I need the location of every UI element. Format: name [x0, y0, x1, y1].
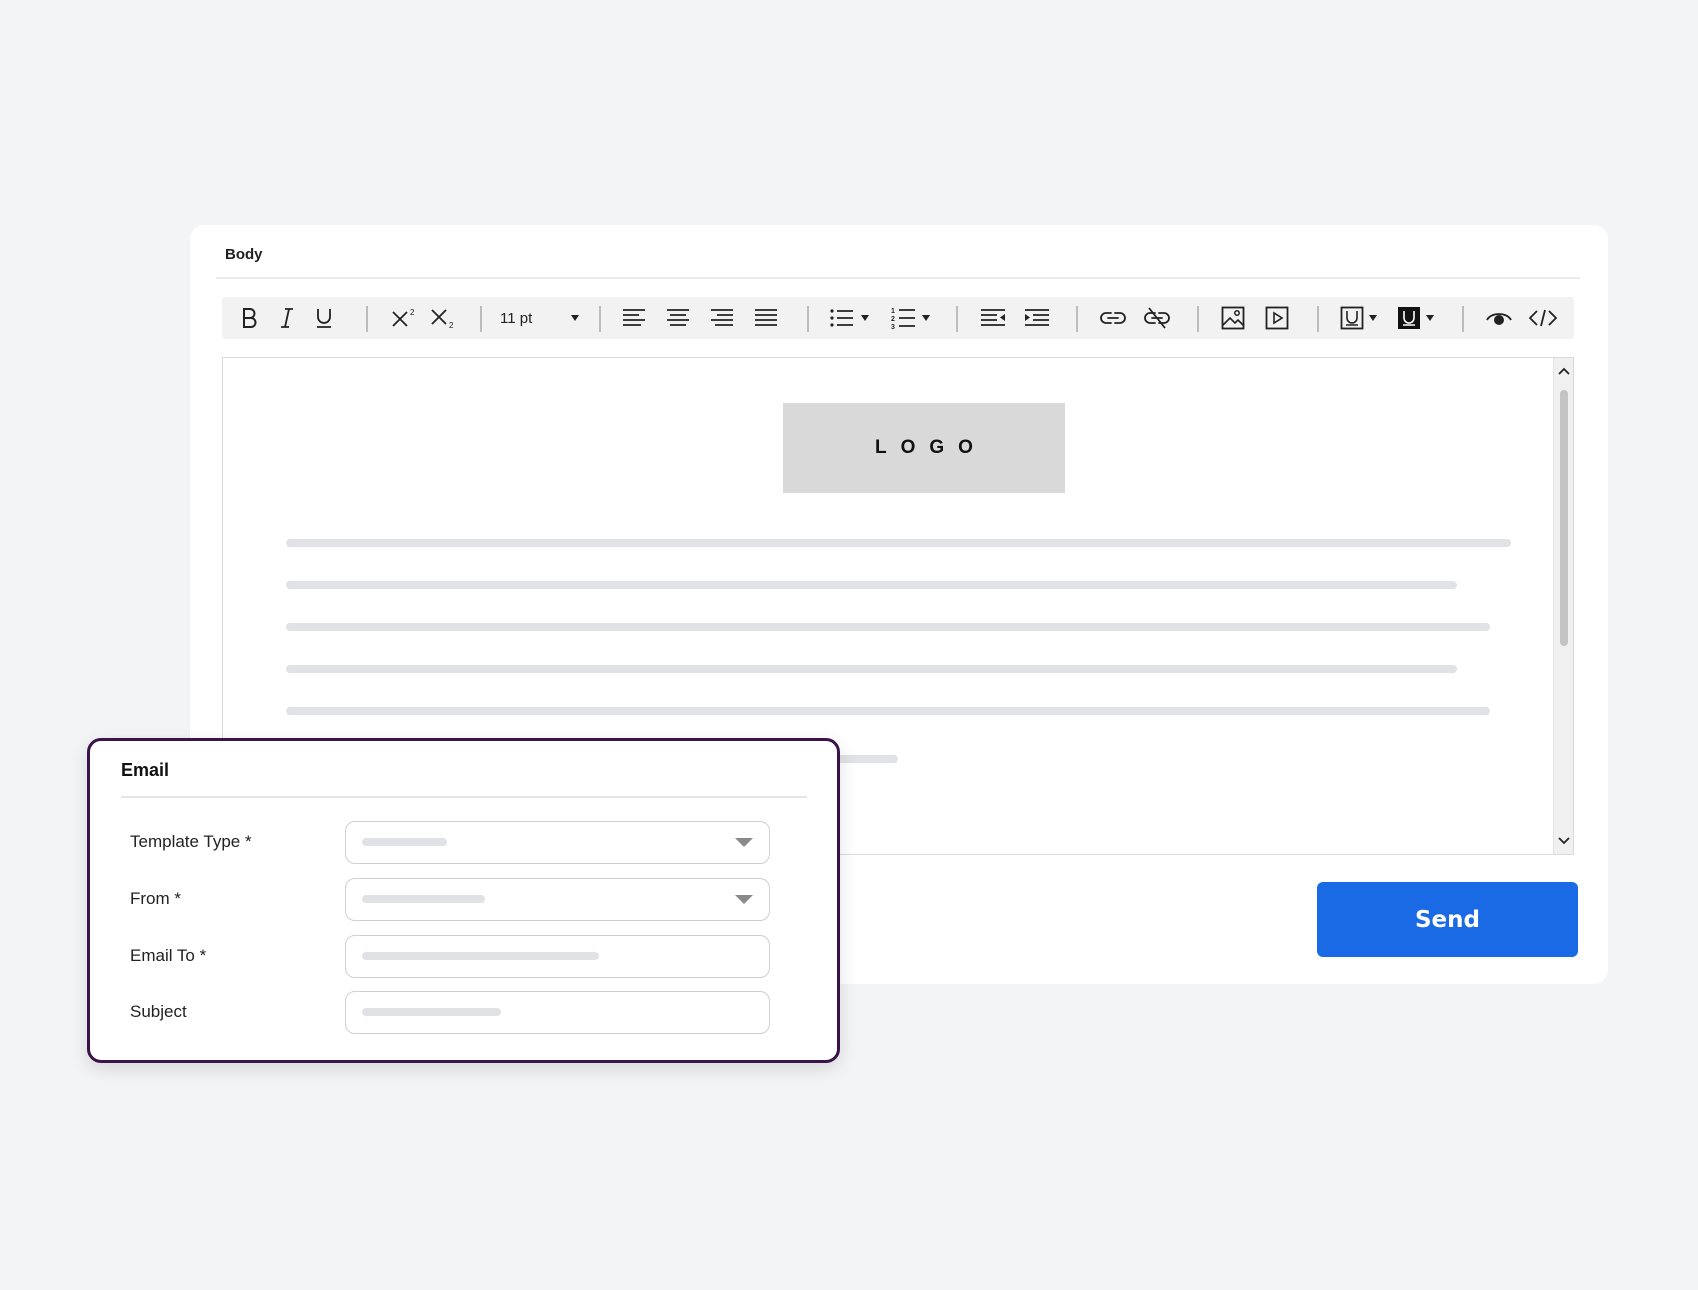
highlight-color-icon — [1398, 307, 1434, 329]
chevron-down-icon — [735, 895, 753, 904]
svg-text:3: 3 — [891, 324, 895, 330]
email-form-divider — [121, 796, 807, 798]
text-color-icon — [1340, 306, 1377, 330]
svg-text:2: 2 — [449, 321, 454, 330]
numbered-list-icon: 123 — [891, 308, 930, 330]
svg-text:1: 1 — [891, 308, 895, 315]
svg-text:2: 2 — [891, 316, 895, 323]
scrollbar-thumb[interactable] — [1560, 390, 1568, 646]
bullet-list-button[interactable] — [829, 297, 873, 339]
toolbar-separator — [599, 306, 601, 332]
content-text-line — [286, 665, 1457, 673]
field-placeholder — [362, 895, 485, 903]
text-color-button[interactable] — [1339, 297, 1381, 339]
email-form-title: Email — [121, 760, 170, 780]
bullet-list-icon — [830, 309, 869, 327]
svg-text:2: 2 — [410, 308, 415, 317]
superscript-icon: 2 — [392, 308, 415, 327]
font-size-dropdown[interactable]: 11 pt — [500, 297, 580, 339]
page-background: Body 2 2 11 pt 1 2 3 LOGO Send Email Tem… — [0, 0, 1698, 1290]
toolbar-separator — [366, 306, 368, 332]
link-icon — [1100, 312, 1126, 324]
chevron-up-icon — [1558, 367, 1570, 375]
email-to-label: Email To * — [130, 946, 207, 965]
scroll-down-button[interactable] — [1554, 832, 1574, 850]
body-divider — [216, 277, 1580, 279]
field-placeholder — [362, 1008, 501, 1016]
subject-input[interactable] — [345, 991, 770, 1034]
underline-icon — [317, 309, 331, 328]
template-type-select[interactable] — [345, 821, 770, 864]
italic-icon — [281, 308, 293, 328]
field-placeholder — [362, 952, 599, 960]
scroll-up-button[interactable] — [1554, 362, 1574, 380]
superscript-button[interactable]: 2 — [388, 297, 418, 339]
email-to-input[interactable] — [345, 935, 770, 978]
align-left-button[interactable] — [620, 297, 648, 339]
template-type-label: Template Type * — [130, 832, 252, 851]
font-size-value: 11 pt — [500, 309, 533, 327]
unlink-icon — [1144, 307, 1170, 329]
underline-button[interactable] — [311, 297, 337, 339]
field-placeholder — [362, 838, 447, 846]
indent-icon — [1025, 309, 1049, 326]
subscript-icon: 2 — [431, 309, 454, 330]
highlight-color-button[interactable] — [1396, 297, 1438, 339]
content-text-line — [286, 623, 1490, 631]
italic-button[interactable] — [274, 297, 300, 339]
send-button[interactable]: Send — [1317, 882, 1578, 957]
align-center-icon — [667, 309, 689, 326]
content-text-line — [286, 539, 1511, 547]
numbered-list-button[interactable]: 123 — [890, 297, 934, 339]
image-icon — [1221, 306, 1245, 330]
toolbar-separator — [1317, 306, 1319, 332]
bold-icon — [243, 308, 257, 328]
subscript-button[interactable]: 2 — [427, 297, 457, 339]
toolbar-separator — [807, 306, 809, 332]
video-icon — [1265, 306, 1289, 330]
email-form-card: Email Template Type * From * Email To * … — [87, 738, 840, 1063]
outdent-icon — [981, 309, 1005, 326]
toolbar-separator — [1197, 306, 1199, 332]
chevron-down-icon — [571, 315, 579, 321]
body-section-label: Body — [225, 246, 263, 263]
unlink-button[interactable] — [1142, 297, 1172, 339]
code-icon — [1529, 309, 1557, 327]
source-code-button[interactable] — [1528, 297, 1558, 339]
align-justify-icon — [755, 309, 777, 326]
align-justify-button[interactable] — [752, 297, 780, 339]
insert-image-button[interactable] — [1219, 297, 1247, 339]
logo-placeholder: LOGO — [783, 403, 1065, 493]
toolbar-separator — [480, 306, 482, 332]
outdent-button[interactable] — [979, 297, 1007, 339]
preview-button[interactable] — [1484, 297, 1514, 339]
editor-scrollbar[interactable] — [1553, 358, 1573, 854]
content-text-line — [286, 581, 1457, 589]
align-right-button[interactable] — [708, 297, 736, 339]
subject-label: Subject — [130, 1002, 187, 1021]
insert-link-button[interactable] — [1098, 297, 1128, 339]
toolbar-separator — [956, 306, 958, 332]
from-label: From * — [130, 889, 181, 908]
chevron-down-icon — [735, 838, 753, 847]
align-left-icon — [623, 309, 645, 326]
align-right-icon — [711, 309, 733, 326]
insert-video-button[interactable] — [1263, 297, 1291, 339]
chevron-down-icon — [1558, 837, 1570, 845]
indent-button[interactable] — [1023, 297, 1051, 339]
bold-button[interactable] — [236, 297, 262, 339]
preview-icon — [1486, 313, 1512, 325]
align-center-button[interactable] — [664, 297, 692, 339]
content-text-line — [286, 707, 1490, 715]
toolbar-separator — [1462, 306, 1464, 332]
toolbar-separator — [1076, 306, 1078, 332]
editor-toolbar: 2 2 11 pt 1 2 3 — [222, 297, 1574, 339]
from-select[interactable] — [345, 878, 770, 921]
